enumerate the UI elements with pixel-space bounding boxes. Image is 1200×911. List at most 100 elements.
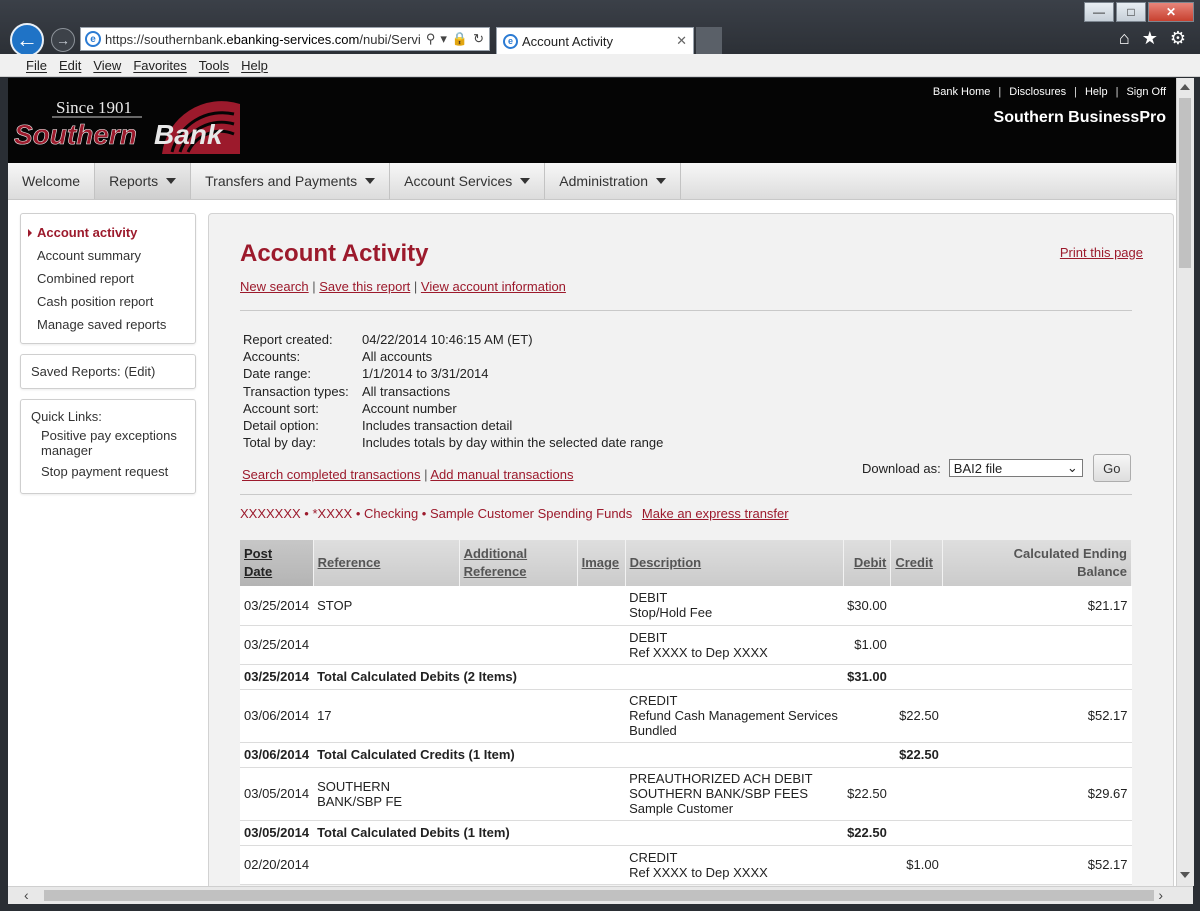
chevron-down-icon [365, 178, 376, 184]
cell-debit: $30.00 [843, 586, 891, 626]
total-debit: $31.00 [843, 664, 891, 690]
cell-reference [313, 625, 460, 665]
menu-edit[interactable]: Edit [59, 58, 81, 73]
southern-bank-logo[interactable]: Since 1901 Southern Bank [12, 84, 244, 159]
cell-image [577, 767, 626, 821]
menu-favorites[interactable]: Favorites [133, 58, 186, 73]
forward-button[interactable]: → [51, 28, 75, 52]
browser-window: — □ ✕ ← → e https://southernbank.ebankin… [0, 0, 1200, 911]
back-button[interactable]: ← [10, 23, 44, 57]
help-link[interactable]: Help [1085, 86, 1108, 98]
sidebar-item-account-summary[interactable]: Account summary [21, 245, 195, 268]
reports-menu: Account activity Account summary Combine… [20, 213, 196, 344]
home-icon[interactable]: ⌂ [1119, 28, 1130, 49]
divider [240, 310, 1132, 311]
close-tab-icon[interactable]: ✕ [676, 33, 693, 49]
nav-welcome[interactable]: Welcome [8, 163, 96, 199]
search-icon[interactable]: ⚲ [426, 31, 436, 47]
scroll-thumb[interactable] [44, 890, 1154, 901]
search-completed-transactions-link[interactable]: Search completed transactions [242, 467, 420, 482]
horizontal-scrollbar[interactable]: ‹ › [8, 886, 1193, 904]
col-post-date[interactable]: Post Date [240, 540, 314, 586]
table-row: 03/25/2014 DEBIT Ref XXXX to Dep XXXX $1.0… [240, 625, 1132, 665]
menu-view[interactable]: View [93, 58, 121, 73]
address-bar[interactable]: e https://southernbank.ebanking-services… [80, 27, 490, 51]
scroll-thumb[interactable] [1179, 98, 1191, 268]
separator: | [1115, 86, 1119, 98]
total-label: Total Calculated Credits (1 Item) [313, 742, 844, 768]
cell-reference [313, 845, 460, 885]
address-url[interactable]: https://southernbank.ebanking-services.c… [105, 32, 421, 47]
disclosures-link[interactable]: Disclosures [1009, 86, 1066, 98]
new-tab-button[interactable] [696, 27, 722, 54]
table-body: 03/25/2014 STOP DEBIT Stop/Hold Fee $30.00 $… [240, 586, 1132, 885]
total-debit: $22.50 [843, 820, 891, 846]
nav-transfers-payments[interactable]: Transfers and Payments [191, 163, 391, 199]
scroll-up-icon[interactable] [1180, 84, 1190, 90]
bank-home-link[interactable]: Bank Home [933, 86, 990, 98]
print-page-link[interactable]: Print this page [1060, 245, 1143, 260]
cell-debit: $1.00 [843, 625, 891, 665]
header-label: Reference [317, 555, 381, 570]
col-reference[interactable]: Reference [313, 540, 460, 586]
chevron-down-icon [166, 178, 177, 184]
dropdown-icon[interactable]: ▾ [440, 31, 447, 47]
sidebar-item-manage-saved-reports[interactable]: Manage saved reports [21, 314, 195, 337]
maximize-icon[interactable]: □ [1116, 2, 1146, 22]
close-window-icon[interactable]: ✕ [1148, 2, 1194, 22]
lock-icon[interactable]: 🔒 [452, 31, 468, 47]
sidebar: Account activity Account summary Combine… [20, 213, 196, 504]
web-page: Since 1901 Southern Bank Bank Home | Disc… [8, 78, 1176, 886]
minimize-icon[interactable]: — [1084, 2, 1114, 22]
express-transfer-link[interactable]: Make an express transfer [642, 506, 789, 521]
scroll-down-icon[interactable] [1180, 872, 1190, 878]
sidebar-item-combined-report[interactable]: Combined report [21, 268, 195, 291]
download-format-select[interactable]: BAI2 file ⌄ [948, 459, 1083, 477]
nav-reports[interactable]: Reports [95, 163, 192, 199]
separator: | [1074, 86, 1077, 98]
add-manual-transactions-link[interactable]: Add manual transactions [430, 467, 573, 482]
quick-link-positive-pay[interactable]: Positive pay exceptions manager [31, 428, 185, 458]
report-info-value: 04/22/2014 10:46:15 AM (ET) [362, 332, 533, 347]
download-label: Download as: [862, 460, 941, 476]
favorites-star-icon[interactable]: ★ [1142, 28, 1158, 49]
nav-administration[interactable]: Administration [545, 163, 681, 199]
menu-help[interactable]: Help [241, 58, 268, 73]
refresh-icon[interactable]: ↻ [473, 31, 484, 47]
ie-icon: e [503, 33, 518, 49]
quick-link-stop-payment[interactable]: Stop payment request [31, 464, 185, 479]
total-debit [843, 742, 891, 768]
save-report-link[interactable]: Save this report [319, 279, 410, 294]
gear-icon[interactable]: ⚙ [1170, 28, 1186, 49]
new-search-link[interactable]: New search [240, 279, 309, 294]
report-info-value: Includes transaction detail [362, 418, 513, 434]
view-account-info-link[interactable]: View account information [421, 279, 566, 294]
cell-credit: $1.00 [890, 845, 943, 885]
scroll-right-icon[interactable]: › [1158, 888, 1163, 902]
browser-tab[interactable]: e Account Activity ✕ [496, 27, 694, 54]
header-label: Description [629, 555, 702, 570]
scroll-left-icon[interactable]: ‹ [24, 888, 29, 902]
cell-post-date: 03/06/2014 [240, 689, 314, 743]
report-info-key: Total by day: [243, 435, 316, 451]
sign-off-link[interactable]: Sign Off [1126, 86, 1166, 98]
menu-tools[interactable]: Tools [199, 58, 229, 73]
vertical-scrollbar[interactable] [1176, 78, 1194, 886]
col-debit[interactable]: Debit [843, 540, 892, 586]
cell-balance: $21.17 [942, 586, 1132, 626]
col-image[interactable]: Image [577, 540, 626, 586]
main-nav: Welcome Reports Transfers and Payments A… [8, 163, 1176, 200]
col-description[interactable]: Description [625, 540, 844, 586]
cell-balance: $29.67 [942, 767, 1132, 821]
sidebar-item-cash-position-report[interactable]: Cash position report [21, 291, 195, 314]
col-credit[interactable]: Credit [890, 540, 944, 586]
menu-file[interactable]: File [26, 58, 47, 73]
report-info-row: Detail option: Includes transaction detai… [243, 417, 663, 434]
sidebar-item-account-activity[interactable]: Account activity [21, 222, 195, 245]
col-additional-reference[interactable]: Additional Reference [459, 540, 578, 586]
logo-name-a: Southern [14, 119, 137, 150]
saved-reports-box[interactable]: Saved Reports: (Edit) [20, 354, 196, 389]
header-label: Credit [895, 555, 933, 570]
nav-account-services[interactable]: Account Services [390, 163, 546, 199]
go-button[interactable]: Go [1092, 454, 1131, 482]
